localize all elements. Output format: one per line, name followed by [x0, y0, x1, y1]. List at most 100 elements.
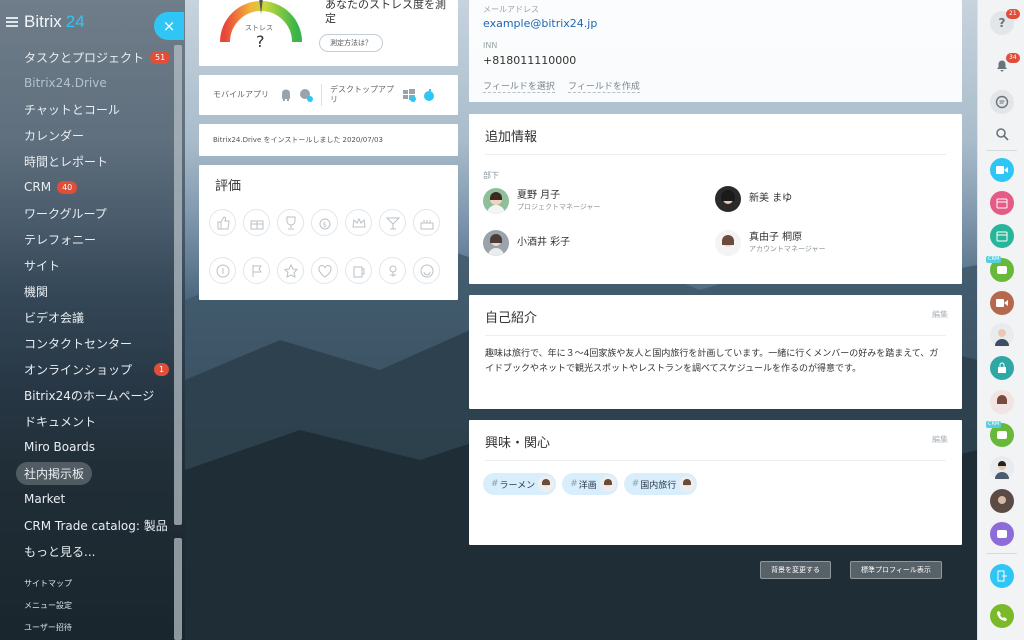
- heart-icon[interactable]: [311, 257, 338, 284]
- video-chat-icon[interactable]: [990, 291, 1014, 315]
- invite-users-link[interactable]: ユーザー招待: [0, 616, 185, 638]
- change-background-button[interactable]: 背景を変更する: [760, 561, 831, 579]
- cake-icon[interactable]: [413, 209, 440, 236]
- sidebar-item-online-shop[interactable]: オンラインショップ 1: [0, 356, 185, 382]
- sidebar-item-label: Bitrix24のホームページ: [24, 388, 155, 403]
- search-icon[interactable]: [990, 122, 1014, 146]
- person-role: アカウントマネージャー: [749, 245, 826, 253]
- user-avatar[interactable]: [990, 489, 1014, 513]
- interest-tag[interactable]: # 洋画: [562, 473, 618, 495]
- gift-icon[interactable]: [243, 209, 270, 236]
- sidebar-scrollbar-lower[interactable]: [174, 538, 182, 640]
- user-avatar[interactable]: [990, 390, 1014, 414]
- sidebar-item-calendar[interactable]: カレンダー: [0, 122, 185, 148]
- sidebar-item-documents[interactable]: ドキュメント: [0, 408, 185, 434]
- count-badge: 40: [57, 180, 78, 194]
- sidebar-item-bulletin[interactable]: 社内掲示板: [0, 460, 185, 486]
- number-one-icon[interactable]: [209, 257, 236, 284]
- sidebar-item-label: カレンダー: [24, 128, 85, 143]
- thumbs-up-icon[interactable]: [209, 209, 236, 236]
- intro-title: 自己紹介: [485, 311, 538, 326]
- left-sidebar: Bitrix 24 タスクとプロジェクト 51 Bitrix24.Drive チャッ…: [0, 0, 185, 640]
- select-fields-link[interactable]: フィールドを選択: [483, 79, 555, 93]
- calendar-event-icon[interactable]: [990, 191, 1014, 215]
- interest-tag[interactable]: # 国内旅行: [623, 473, 698, 495]
- hash-icon: #: [631, 479, 640, 489]
- crm-label: CRM: [986, 421, 1002, 428]
- inn-label: INN: [483, 41, 498, 50]
- sidebar-item-homepage[interactable]: Bitrix24のホームページ: [0, 382, 185, 408]
- sidebar-item-label: CRM Trade catalog: 製品: [24, 518, 168, 533]
- flag-icon[interactable]: [243, 257, 270, 284]
- crm-label: CRM: [986, 256, 1002, 263]
- sitemap-link[interactable]: サイトマップ: [0, 572, 185, 594]
- mobile-apps-label: モバイルアプリ: [213, 90, 269, 99]
- sidebar-item-sites[interactable]: サイト: [0, 252, 185, 278]
- logo[interactable]: Bitrix 24: [24, 12, 85, 32]
- sidebar-item-more[interactable]: もっと見る...: [0, 538, 185, 564]
- windows-icon[interactable]: [402, 88, 416, 102]
- email-label: メールアドレス: [483, 5, 539, 14]
- person-name: 小酒井 彩子: [517, 237, 571, 248]
- sidebar-item-time-reports[interactable]: 時間とレポート: [0, 148, 185, 174]
- logo-number: 24: [65, 12, 85, 31]
- sidebar-item-tasks[interactable]: タスクとプロジェクト 51: [0, 44, 185, 70]
- gauge-value: ?: [256, 32, 265, 51]
- calendar-icon[interactable]: [990, 224, 1014, 248]
- inn-value: +818011110000: [483, 54, 577, 67]
- person-item[interactable]: 新美 まゆ: [715, 186, 792, 212]
- sidebar-item-miro[interactable]: Miro Boards: [0, 434, 185, 460]
- sidebar-item-video-conf[interactable]: ビデオ会議: [0, 304, 185, 330]
- edit-interests-link[interactable]: 編集: [932, 434, 948, 445]
- money-icon[interactable]: $: [311, 209, 338, 236]
- sidebar-item-organization[interactable]: 機関: [0, 278, 185, 304]
- edit-intro-link[interactable]: 編集: [932, 309, 948, 320]
- create-field-link[interactable]: フィールドを作成: [568, 79, 640, 93]
- chat-list-icon[interactable]: [990, 90, 1014, 114]
- apple-icon[interactable]: [422, 88, 436, 102]
- flower-icon[interactable]: [379, 257, 406, 284]
- sidebar-item-contact-center[interactable]: コンタクトセンター: [0, 330, 185, 356]
- sidebar-item-label: タスクとプロジェクト: [24, 50, 145, 65]
- awards-title: 評価: [215, 179, 242, 194]
- android-icon[interactable]: [279, 88, 293, 102]
- phone-icon[interactable]: [990, 604, 1014, 628]
- menu-settings-link[interactable]: メニュー設定: [0, 594, 185, 616]
- sidebar-item-telephony[interactable]: テレフォニー: [0, 226, 185, 252]
- standard-profile-button[interactable]: 標準プロフィール表示: [850, 561, 942, 579]
- crown-icon[interactable]: [345, 209, 372, 236]
- star-icon[interactable]: [277, 257, 304, 284]
- user-avatar[interactable]: [990, 323, 1014, 347]
- user-avatar[interactable]: [990, 456, 1014, 480]
- sidebar-scrollbar[interactable]: [174, 45, 182, 525]
- sidebar-item-drive[interactable]: Bitrix24.Drive: [0, 70, 185, 96]
- cocktail-icon[interactable]: [379, 209, 406, 236]
- email-link[interactable]: example@bitrix24.jp: [483, 17, 597, 30]
- close-slider-button[interactable]: ×: [154, 12, 184, 40]
- avatar: [599, 476, 616, 492]
- measure-button[interactable]: 測定方法は？: [319, 34, 383, 52]
- interest-tag[interactable]: # ラーメン: [483, 473, 557, 495]
- sidebar-item-market[interactable]: Market: [0, 486, 185, 512]
- lock-icon[interactable]: [990, 356, 1014, 380]
- apple-download-icon[interactable]: [299, 88, 313, 102]
- sidebar-item-workgroups[interactable]: ワークグループ: [0, 200, 185, 226]
- exit-icon[interactable]: [990, 564, 1014, 588]
- sidebar-item-chat[interactable]: チャットとコール: [0, 96, 185, 122]
- sidebar-item-label: 社内掲示板: [16, 461, 93, 485]
- sidebar-item-label: ビデオ会議: [24, 310, 85, 325]
- person-item[interactable]: 真由子 桐原 アカウントマネージャー: [715, 230, 826, 256]
- person-item[interactable]: 夏野 月子 プロジェクトマネージャー: [483, 188, 601, 214]
- menu-icon[interactable]: [6, 17, 18, 27]
- beer-icon[interactable]: [345, 257, 372, 284]
- smile-icon[interactable]: [413, 257, 440, 284]
- video-chat-icon[interactable]: [990, 522, 1014, 546]
- divider: [321, 84, 322, 106]
- trophy-icon[interactable]: [277, 209, 304, 236]
- sidebar-item-crm[interactable]: CRM 40: [0, 174, 185, 200]
- person-item[interactable]: 小酒井 彩子: [483, 230, 570, 256]
- sidebar-item-label: コンタクトセンター: [24, 336, 133, 351]
- video-call-icon[interactable]: [990, 158, 1014, 182]
- notifications-badge: 34: [1006, 53, 1020, 63]
- sidebar-item-catalog[interactable]: CRM Trade catalog: 製品: [0, 512, 185, 538]
